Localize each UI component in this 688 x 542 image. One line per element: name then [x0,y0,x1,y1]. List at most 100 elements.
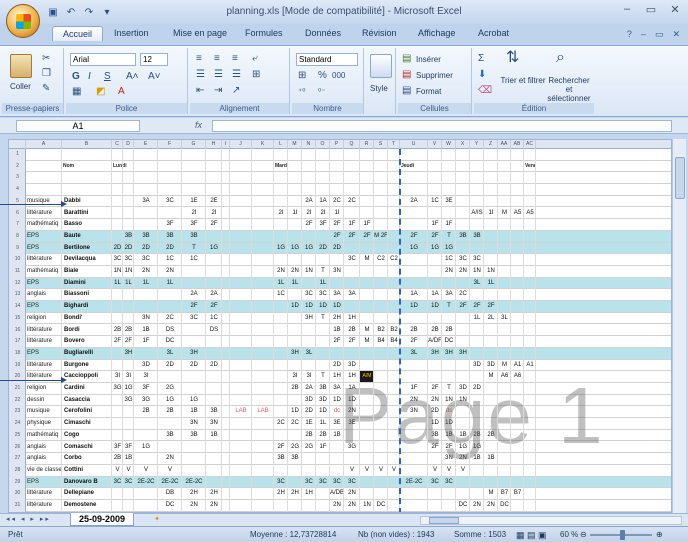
schedule-cell[interactable]: 2A [302,196,316,207]
row-number[interactable]: 23 [9,406,26,417]
schedule-cell[interactable]: 3F [182,219,206,230]
schedule-cell[interactable]: 3B [470,231,484,242]
row-number[interactable]: 5 [9,196,26,207]
schedule-cell[interactable]: 3C [182,313,206,324]
schedule-cell[interactable]: 1F [316,442,330,453]
row-number[interactable]: 26 [9,442,26,453]
schedule-cell[interactable]: 1G [428,243,442,254]
select-all-corner[interactable] [9,140,26,149]
schedule-cell[interactable]: 2D [158,243,182,254]
schedule-cell[interactable]: 2N [158,266,182,277]
style-label[interactable]: Style [370,84,388,93]
schedule-cell[interactable]: 3D [316,395,330,406]
schedule-cell[interactable]: 2F [400,336,428,347]
schedule-cell[interactable]: 1N [470,266,484,277]
schedule-cell[interactable]: 2B [344,325,360,336]
shrink-font-icon[interactable]: A˅ [148,71,161,83]
schedule-cell[interactable]: 1C [428,196,442,207]
schedule-cell[interactable]: 3C [302,477,316,488]
schedule-cell[interactable]: 3H [288,348,302,359]
schedule-cell[interactable]: 1I [288,208,302,219]
schedule-cell[interactable]: 2A [206,289,222,300]
subject-cell[interactable]: religion [26,313,62,324]
column-header-h[interactable]: H [206,140,222,149]
schedule-cell[interactable]: 1C [182,254,206,265]
schedule-cell[interactable]: 2N [344,488,360,499]
schedule-cell[interactable]: 1D [288,301,302,312]
italic-button[interactable]: I [88,71,91,83]
schedule-cell[interactable]: 2N [442,266,456,277]
schedule-cell[interactable]: 1L [470,313,484,324]
schedule-cell[interactable]: 1B [330,325,344,336]
subject-cell[interactable]: EPS [26,278,62,289]
schedule-cell[interactable]: 1D [302,301,316,312]
row-number[interactable]: 21 [9,383,26,394]
schedule-cell[interactable]: 1N [302,266,316,277]
schedule-cell[interactable]: 2F [330,336,344,347]
schedule-cell[interactable]: 3C [344,254,360,265]
schedule-cell[interactable]: 2N [288,266,302,277]
column-header-n[interactable]: N [302,140,316,149]
column-header-x[interactable]: X [456,140,470,149]
schedule-cell[interactable]: 2D [158,360,182,371]
subject-cell[interactable]: littérature [26,488,62,499]
insert-button[interactable]: Insérer [416,55,441,64]
row-number[interactable]: 6 [9,208,26,219]
schedule-cell[interactable]: 3D [344,360,360,371]
schedule-cell[interactable]: 3H [456,348,470,359]
teacher-name-cell[interactable]: Demostene [62,500,112,511]
teacher-name-cell[interactable]: Dellepiane [62,488,112,499]
teacher-name-cell[interactable]: Biale [62,266,112,277]
schedule-cell[interactable]: 1L [484,278,498,289]
schedule-cell[interactable]: T [182,243,206,254]
column-header-c[interactable]: C [112,140,123,149]
row-number[interactable]: 8 [9,231,26,242]
schedule-cell[interactable]: 2F [344,231,360,242]
delete-icon[interactable]: ▤ [402,69,411,81]
schedule-cell[interactable]: 3D [484,360,498,371]
teacher-name-cell[interactable]: Bovero [62,336,112,347]
schedule-cell[interactable]: 1C [442,254,456,265]
schedule-cell[interactable]: 2N [470,500,484,511]
schedule-cell[interactable]: 3N [182,418,206,429]
increase-indent-icon[interactable]: ⇥ [214,85,222,97]
subject-cell[interactable]: EPS [26,231,62,242]
column-header-s[interactable]: S [374,140,388,149]
schedule-cell[interactable]: 3G [134,395,158,406]
schedule-cell[interactable]: 3B [158,231,182,242]
schedule-cell[interactable]: 3C [316,477,330,488]
schedule-cell[interactable]: 2H [182,488,206,499]
schedule-cell[interactable]: 2H [330,313,344,324]
schedule-cell[interactable]: DC [442,336,456,347]
insert-sheet-icon[interactable]: ✦ [148,515,166,525]
row-number[interactable]: 16 [9,325,26,336]
row-number[interactable]: 2 [9,161,26,172]
schedule-cell[interactable]: 2F [400,231,428,242]
orientation-icon[interactable]: ↗ [232,85,240,97]
schedule-cell[interactable]: 2G [302,442,316,453]
schedule-cell[interactable]: 1G [182,395,206,406]
schedule-cell[interactable]: 2F [344,336,360,347]
schedule-cell[interactable]: 2F [302,219,316,230]
schedule-cell[interactable]: 2I [206,208,222,219]
schedule-cell[interactable]: 1F [344,219,360,230]
schedule-cell[interactable]: 1B [134,325,158,336]
schedule-cell[interactable]: V [360,465,374,476]
schedule-cell[interactable]: 1B [182,406,206,417]
schedule-cell[interactable]: 2C [274,418,288,429]
merge-center-icon[interactable]: ⊞ [252,69,260,81]
schedule-cell[interactable]: 1E [182,196,206,207]
schedule-cell[interactable]: 3I [302,371,316,382]
schedule-cell[interactable]: M [360,325,374,336]
schedule-cell[interactable]: M [484,488,498,499]
schedule-cell[interactable]: 3A [442,289,456,300]
schedule-cell[interactable]: 1L [288,278,302,289]
tab-affichage[interactable]: Affichage [418,28,455,38]
schedule-cell[interactable]: M [360,336,374,347]
schedule-cell[interactable]: LAB [230,406,252,417]
schedule-cell[interactable]: 3L [400,348,428,359]
schedule-cell[interactable]: 3D [302,395,316,406]
increase-decimal-icon[interactable]: ⁺⁰ [298,86,305,98]
column-header-a[interactable]: A [26,140,62,149]
schedule-cell[interactable]: 1D [400,301,428,312]
